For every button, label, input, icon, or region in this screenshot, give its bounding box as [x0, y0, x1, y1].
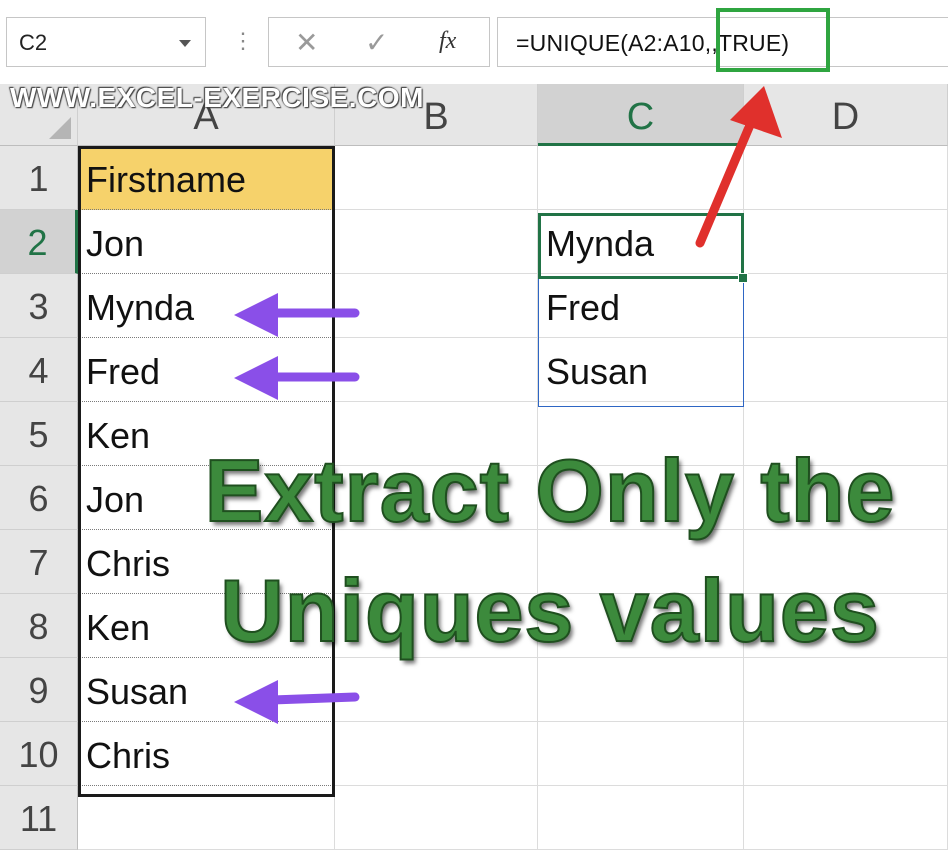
cell-b9[interactable]	[335, 658, 538, 722]
cell-a9[interactable]: Susan	[78, 658, 335, 722]
caption-line-1: Extract Only the	[204, 440, 896, 541]
cell-c11[interactable]	[538, 786, 744, 850]
name-box[interactable]: C2	[6, 17, 206, 67]
cell-b10[interactable]	[335, 722, 538, 786]
cell-b11[interactable]	[335, 786, 538, 850]
cell-d9[interactable]	[744, 658, 948, 722]
column-header-d[interactable]: D	[744, 84, 948, 146]
row-header-3[interactable]: 3	[0, 274, 78, 338]
cell-a11[interactable]	[78, 786, 335, 850]
cell-b1[interactable]	[335, 146, 538, 210]
row-header-10[interactable]: 10	[0, 722, 78, 786]
cell-c2[interactable]: Mynda	[538, 210, 744, 274]
row-header-2[interactable]: 2	[0, 210, 78, 274]
chevron-down-icon[interactable]	[179, 40, 191, 47]
row-header-5[interactable]: 5	[0, 402, 78, 466]
cell-b3[interactable]	[335, 274, 538, 338]
row-header-4[interactable]: 4	[0, 338, 78, 402]
insert-function-icon[interactable]: fx	[439, 28, 456, 55]
formula-text-prefix: =UNIQUE(A2:A1	[516, 30, 692, 56]
watermark: WWW.EXCEL-EXERCISE.COM	[10, 82, 424, 113]
fill-handle[interactable]	[738, 273, 748, 283]
cell-c10[interactable]	[538, 722, 744, 786]
formula-bar-area: C2 ⋮ ✕ ✓ fx =UNIQUE(A2:A10,,TRUE)	[0, 0, 948, 84]
row-header-6[interactable]: 6	[0, 466, 78, 530]
cell-d4[interactable]	[744, 338, 948, 402]
cancel-icon[interactable]: ✕	[295, 26, 318, 59]
row-header-1[interactable]: 1	[0, 146, 78, 210]
cell-a10[interactable]: Chris	[78, 722, 335, 786]
more-options-icon[interactable]: ⋮	[232, 30, 254, 52]
cell-d1[interactable]	[744, 146, 948, 210]
row-header-9[interactable]: 9	[0, 658, 78, 722]
cell-c1[interactable]	[538, 146, 744, 210]
caption-line-2: Uniques values	[219, 560, 880, 661]
select-all-triangle-icon	[49, 117, 71, 139]
cell-b2[interactable]	[335, 210, 538, 274]
row-header-7[interactable]: 7	[0, 530, 78, 594]
cell-c3[interactable]: Fred	[538, 274, 744, 338]
cell-a3[interactable]: Mynda	[78, 274, 335, 338]
row-header-11[interactable]: 11	[0, 786, 78, 850]
cell-d10[interactable]	[744, 722, 948, 786]
cell-c4[interactable]: Susan	[538, 338, 744, 402]
row-header-8[interactable]: 8	[0, 594, 78, 658]
name-box-value: C2	[19, 30, 48, 55]
cell-d2[interactable]	[744, 210, 948, 274]
cell-a4[interactable]: Fred	[78, 338, 335, 402]
cell-a2[interactable]: Jon	[78, 210, 335, 274]
cell-b4[interactable]	[335, 338, 538, 402]
formula-highlight-box	[716, 8, 830, 72]
formula-buttons: ✕ ✓ fx	[268, 17, 490, 67]
cell-c9[interactable]	[538, 658, 744, 722]
cell-d11[interactable]	[744, 786, 948, 850]
cell-a1[interactable]: Firstname	[78, 146, 335, 210]
column-header-c[interactable]: C	[538, 84, 744, 146]
enter-icon[interactable]: ✓	[365, 26, 388, 59]
cell-d3[interactable]	[744, 274, 948, 338]
